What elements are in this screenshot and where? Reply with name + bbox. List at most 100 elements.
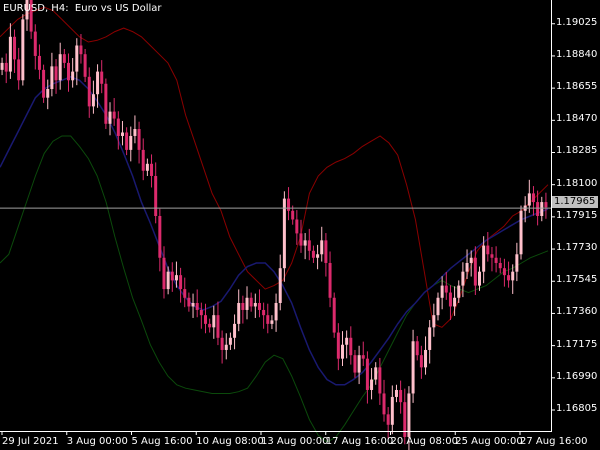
candle-body [83, 54, 87, 77]
candle-body [390, 396, 394, 425]
candle-body [502, 268, 506, 276]
candle [58, 42, 62, 90]
candle-body [473, 257, 477, 286]
candle-body [394, 389, 398, 397]
candle-body [162, 257, 166, 290]
candle [490, 246, 494, 272]
candle [137, 121, 141, 164]
candle [436, 292, 440, 321]
candle [507, 261, 511, 288]
candle-body [208, 323, 212, 328]
candle [13, 29, 17, 73]
candle [257, 289, 261, 318]
y-tick-label: 1.17915 [556, 209, 598, 221]
x-tick-label: 17 Aug 16:00 [325, 436, 394, 447]
candle [0, 57, 4, 76]
candle [245, 286, 249, 320]
candle [424, 336, 428, 375]
candle-body [536, 202, 540, 216]
candle-body [519, 210, 523, 255]
candle-body [158, 216, 162, 258]
candle [37, 44, 41, 80]
candle [349, 326, 353, 365]
candle [531, 186, 535, 216]
candle-body [212, 315, 216, 328]
candle [419, 345, 423, 379]
candle-body [303, 240, 307, 246]
candle-body [8, 36, 12, 72]
candle-body [0, 62, 4, 70]
candle [141, 138, 145, 181]
candle-body [21, 19, 25, 81]
candle [266, 303, 270, 334]
candle-body [253, 302, 257, 307]
x-tick-label: 3 Aug 00:00 [66, 436, 128, 447]
candle-body [461, 271, 465, 286]
candle-body [166, 271, 170, 290]
symbol-timeframe: EURUSD, H4: [3, 3, 69, 14]
candle-body [432, 315, 436, 328]
candle [382, 379, 386, 422]
candle [8, 23, 12, 79]
candle-body [440, 285, 444, 298]
candle [540, 196, 544, 222]
candle [486, 232, 490, 262]
y-tick-label: 1.16805 [556, 402, 598, 414]
candle [457, 280, 461, 303]
candle [21, 14, 25, 86]
candle [54, 59, 58, 94]
candle-body [170, 271, 174, 281]
candle [154, 162, 158, 224]
chart-window[interactable]: EURUSD, H4: Euro vs US Dollar 1.19025 1.1… [0, 0, 600, 450]
candle-body [324, 240, 328, 263]
candle-body [341, 344, 344, 359]
candle [519, 205, 523, 260]
candle-body [42, 69, 46, 98]
candle-body [17, 59, 21, 81]
candle-body [544, 202, 548, 208]
candle [270, 315, 274, 330]
candle [42, 64, 46, 103]
candle-body [228, 337, 232, 345]
candle-body [257, 302, 261, 310]
candle-body [374, 367, 378, 380]
candle-body [453, 297, 457, 307]
candle-body [241, 302, 245, 310]
candle-body [365, 358, 369, 390]
chart-title: EURUSD, H4: Euro vs US Dollar [3, 3, 162, 14]
x-tick-label: 5 Aug 16:00 [131, 436, 193, 447]
candle [498, 257, 502, 274]
candle-body [150, 163, 154, 176]
candle-body [187, 297, 191, 307]
candle [494, 246, 498, 273]
candle [357, 345, 361, 385]
candle-body [291, 210, 295, 220]
candle [361, 341, 365, 366]
candle-body [96, 71, 100, 95]
candle [328, 251, 332, 308]
candle-body [195, 302, 199, 310]
candle [83, 48, 87, 83]
candle [336, 323, 340, 371]
candle [262, 302, 266, 329]
candle-body [104, 83, 108, 124]
candle [345, 330, 349, 359]
y-tick-label: 1.17360 [556, 306, 598, 318]
price-chart[interactable] [0, 0, 600, 450]
candle [33, 24, 37, 70]
candle-body [511, 271, 515, 281]
candle-body [307, 240, 311, 251]
candle-body [204, 315, 207, 324]
candle-body [469, 257, 473, 263]
candle-body [436, 297, 440, 316]
candle-body [154, 175, 158, 216]
x-tick-label: 13 Aug 00:00 [261, 436, 329, 447]
candle-body [478, 271, 481, 286]
candle [428, 320, 432, 364]
candle-body [311, 250, 315, 258]
x-tick-label: 20 Aug 08:00 [390, 436, 458, 447]
y-tick-label: 1.18840 [556, 48, 598, 60]
y-tick-label: 1.17730 [556, 242, 598, 254]
candle [133, 115, 137, 144]
candle-body [274, 302, 278, 321]
